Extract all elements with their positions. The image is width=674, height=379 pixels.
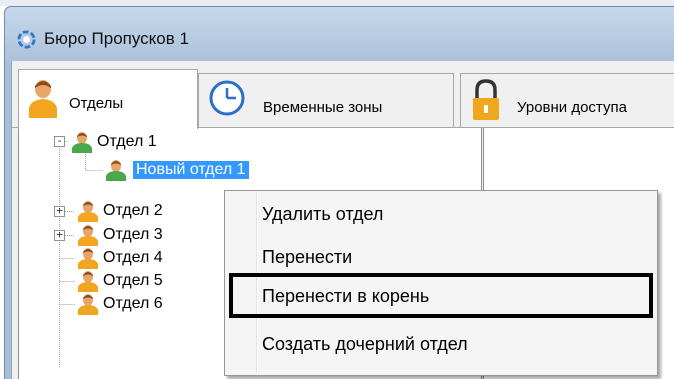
highlight-frame: [229, 273, 653, 318]
tree-node-label: Отдел 3: [103, 226, 163, 243]
department-icon: [78, 271, 98, 292]
department-icon: [78, 201, 98, 222]
tree-node-label: Новый отдел 1: [133, 161, 249, 179]
tree-node-label: Отдел 2: [103, 202, 163, 219]
tree-node-label: Отдел 1: [97, 133, 157, 150]
menu-item-move[interactable]: Перенести: [262, 239, 352, 275]
tree-node-label: Отдел 5: [103, 272, 163, 289]
tab-label: Уровни доступа: [517, 99, 627, 116]
tree-node[interactable]: Отдел 4: [77, 247, 163, 269]
department-icon: [72, 132, 92, 153]
expand-toggle[interactable]: +: [54, 228, 65, 241]
tree-node-label: Отдел 4: [103, 249, 163, 266]
expand-toggle[interactable]: +: [54, 204, 65, 217]
department-icon: [78, 225, 98, 246]
tree-node[interactable]: Отдел 2: [77, 200, 163, 222]
person-icon: [29, 80, 57, 118]
department-icon: [78, 248, 98, 269]
clock-icon: [209, 80, 245, 116]
menu-item-create-child-department[interactable]: Создать дочерний отдел: [262, 326, 468, 362]
title-bar[interactable]: Бюро Пропусков 1: [5, 7, 674, 59]
menu-item-delete-department[interactable]: Удалить отдел: [262, 196, 383, 232]
context-menu: Удалить отдел Перенести Перенести в коре…: [224, 190, 658, 376]
tab-label: Временные зоны: [263, 99, 383, 116]
tree-node[interactable]: Отдел 1: [71, 131, 157, 153]
department-icon: [106, 160, 126, 181]
tree-node[interactable]: Отдел 5: [77, 270, 163, 292]
tab-label: Отделы: [69, 95, 124, 112]
tree-node[interactable]: Отдел 3: [77, 224, 163, 246]
tree-node-label: Отдел 6: [103, 295, 163, 312]
tab-access-levels[interactable]: Уровни доступа: [460, 73, 674, 127]
tab-time-zones[interactable]: Временные зоны: [198, 73, 454, 127]
tree-node[interactable]: Отдел 6: [77, 293, 163, 315]
department-icon: [78, 294, 98, 315]
app-icon: [17, 30, 36, 49]
collapse-toggle[interactable]: -: [54, 134, 65, 147]
tab-departments[interactable]: Отделы: [18, 69, 198, 129]
window-title: Бюро Пропусков 1: [44, 29, 189, 48]
lock-icon: [473, 79, 499, 120]
tree-node-selected[interactable]: Новый отдел 1: [105, 159, 249, 181]
